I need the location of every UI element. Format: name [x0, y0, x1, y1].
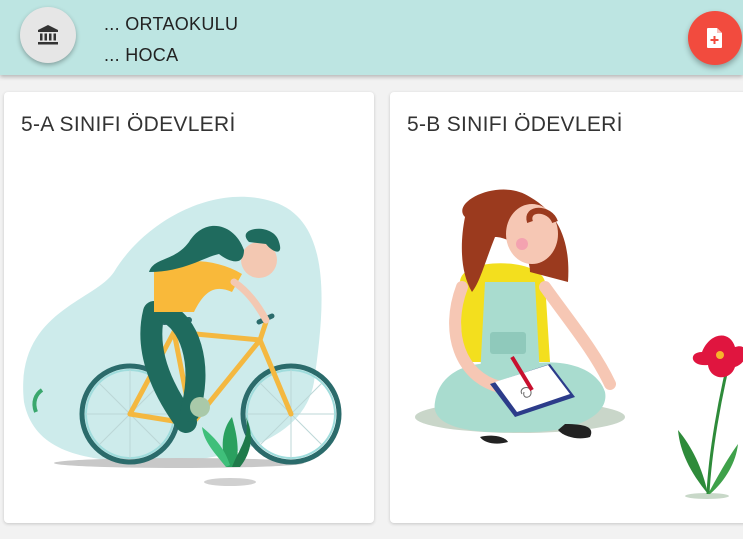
school-button[interactable]	[20, 7, 76, 63]
class-card-5b[interactable]: 5-B SINIFI ÖDEVLERİ	[390, 92, 743, 523]
bicycle-illustration	[23, 196, 342, 486]
app-bar: ... ORTAOKULU ... HOCA	[0, 0, 743, 75]
add-document-button[interactable]	[688, 11, 742, 65]
notebook-illustration	[415, 189, 743, 499]
file-plus-icon	[707, 28, 722, 48]
bank-icon	[38, 25, 58, 45]
class-card-5a[interactable]: 5-A SINIFI ÖDEVLERİ	[4, 92, 374, 523]
class-card-title: 5-A SINIFI ÖDEVLERİ	[21, 113, 236, 136]
teacher-name: ... HOCA	[104, 45, 179, 65]
class-card-title: 5-B SINIFI ÖDEVLERİ	[407, 113, 623, 136]
school-name: ... ORTAOKULU	[104, 14, 239, 34]
appbar-titles: ... ORTAOKULU ... HOCA	[104, 9, 238, 71]
